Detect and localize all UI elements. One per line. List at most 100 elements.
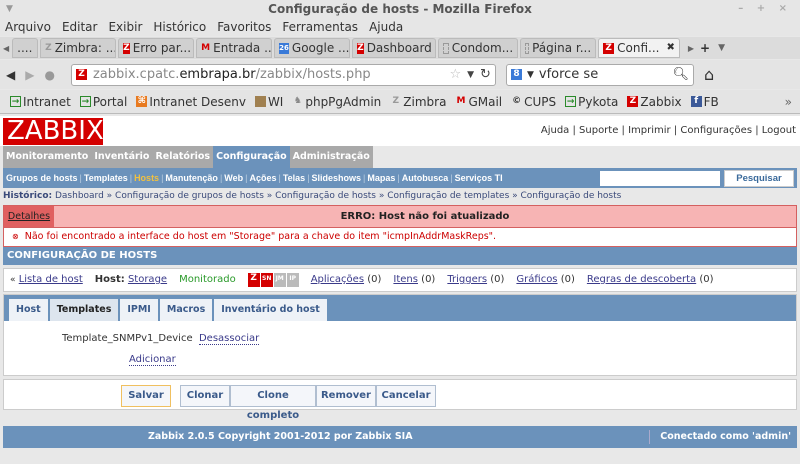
search-button[interactable]: Pesquisar <box>724 169 794 187</box>
host-name-link[interactable]: Storage <box>128 274 167 285</box>
blank-page-icon <box>525 42 530 54</box>
top-links[interactable]: Ajuda | Suporte | Imprimir | Configuraçõ… <box>541 125 796 136</box>
sub-menu: Grupos de hosts | Templates | Hosts | Manut… <box>3 168 797 188</box>
tab-inventory[interactable]: Inventário do host <box>214 299 327 321</box>
zimbra-icon: Z <box>45 42 52 53</box>
scroll-tabs-left-icon[interactable]: ◀ <box>3 44 9 53</box>
tab-list-icon[interactable]: ▼ <box>718 43 725 53</box>
menu-administracao[interactable]: Administração <box>289 146 373 168</box>
bookmark-cups[interactable]: © CUPS <box>511 95 556 109</box>
tab-close-icon[interactable]: ✖ <box>666 39 674 57</box>
window-menu-icon[interactable]: ▼ <box>6 0 13 18</box>
submenu-hosts[interactable]: Hosts <box>134 168 159 188</box>
history-dropdown-icon[interactable]: ▼ <box>467 70 474 80</box>
bookmark-gmail[interactable]: M GMail <box>455 95 502 109</box>
tab-dashboard[interactable]: Z Dashboard <box>352 38 437 58</box>
menu-arquivo[interactable]: Arquivo <box>5 20 51 34</box>
submenu-web[interactable]: Web <box>224 168 243 188</box>
error-message: ⊗ Não foi encontrado a interface do host… <box>3 228 797 247</box>
tab-1[interactable]: .... <box>12 38 39 58</box>
submenu-mapas[interactable]: Mapas <box>367 168 395 188</box>
bookmark-fb[interactable]: f FB <box>690 95 719 109</box>
menu-monitoramento[interactable]: Monitoramento <box>3 146 92 168</box>
discovery-rules-link[interactable]: Regras de descoberta <box>587 274 696 285</box>
tab-label: .... <box>17 41 33 55</box>
delete-button[interactable]: Remover <box>316 385 376 407</box>
window-controls[interactable]: – + × <box>738 0 792 18</box>
tab-templates[interactable]: Templates <box>49 299 119 321</box>
bookmark-wi[interactable]: WI <box>254 95 283 109</box>
bookmark-intranet[interactable]: → Intranet <box>10 95 71 109</box>
url-bar[interactable]: Z zabbix.cpatc.embrapa.br/zabbix/hosts.p… <box>70 63 496 86</box>
error-bar: Detalhes ERRO: Host não foi atualizado <box>3 205 797 228</box>
menu-ferramentas[interactable]: Ferramentas <box>282 20 358 34</box>
scroll-tabs-right-icon[interactable]: ▶ <box>688 44 694 53</box>
history-trail[interactable]: Dashboard » Configuração de grupos de ho… <box>55 191 621 201</box>
bookmark-portal[interactable]: → Portal <box>79 95 127 109</box>
tab-label: Confi... <box>617 41 660 55</box>
unlink-link[interactable]: Desassociar <box>198 333 260 345</box>
search-bar[interactable]: 8 ▼ vforce se 🔍︎ <box>505 63 694 86</box>
menu-editar[interactable]: Editar <box>62 20 98 34</box>
forward-icon[interactable]: ▶ <box>25 68 34 82</box>
bookmark-star-icon[interactable]: ☆ <box>449 67 461 82</box>
back-icon[interactable]: ◀ <box>6 68 15 82</box>
submenu-templates[interactable]: Templates <box>84 168 128 188</box>
submenu-acoes[interactable]: Ações <box>249 168 276 188</box>
search-input[interactable]: vforce se <box>539 67 598 82</box>
menu-configuracao[interactable]: Configuração <box>213 146 290 168</box>
tab-label: Google ... <box>291 41 350 55</box>
template-name: Template_SNMPv1_Device <box>62 333 193 344</box>
tab-google[interactable]: 26 Google ... <box>274 38 351 58</box>
applications-link[interactable]: Aplicações <box>311 274 364 285</box>
tab-erro[interactable]: Z Erro par... <box>118 38 195 58</box>
graphs-link[interactable]: Gráficos <box>516 274 557 285</box>
submenu-autobusca[interactable]: Autobusca <box>402 168 449 188</box>
submenu-slideshows[interactable]: Slideshows <box>312 168 362 188</box>
save-button[interactable]: Salvar <box>121 385 171 407</box>
tab-condom[interactable]: Condom... <box>438 38 519 58</box>
menu-historico[interactable]: Histórico <box>153 20 206 34</box>
tab-ipmi[interactable]: IPMI <box>120 299 158 321</box>
menu-exibir[interactable]: Exibir <box>108 20 142 34</box>
tab-gmail[interactable]: M Entrada ... <box>196 38 273 58</box>
menu-relatorios[interactable]: Relatórios <box>152 146 214 168</box>
tab-pagina[interactable]: Página r... <box>520 38 597 58</box>
submenu-manutencao[interactable]: Manutenção <box>165 168 218 188</box>
host-list-link[interactable]: Lista de host <box>19 274 83 285</box>
triggers-link[interactable]: Triggers <box>447 274 487 285</box>
tab-active-config[interactable]: Z Confi... ✖ <box>598 38 680 58</box>
engine-dropdown-icon[interactable]: ▼ <box>527 70 534 80</box>
zabbix-search-input[interactable] <box>600 170 720 186</box>
bookmark-intranet-desenv[interactable]: ⌘ Intranet Desenv <box>136 95 246 109</box>
tab-host[interactable]: Host <box>9 299 48 321</box>
clone-button[interactable]: Clonar <box>180 385 230 407</box>
cancel-button[interactable]: Cancelar <box>376 385 436 407</box>
search-icon[interactable]: 🔍︎ <box>672 67 689 82</box>
menu-ajuda[interactable]: Ajuda <box>369 20 403 34</box>
bookmark-pykota[interactable]: → Pykota <box>565 95 618 109</box>
submenu-servicos[interactable]: Serviços TI <box>455 168 503 188</box>
details-link[interactable]: Detalhes <box>4 206 54 227</box>
new-tab-icon[interactable]: + <box>700 41 710 55</box>
full-clone-button[interactable]: Clone completo <box>230 385 316 421</box>
tab-label: Página r... <box>532 41 592 55</box>
submenu-grupos[interactable]: Grupos de hosts <box>6 168 78 188</box>
items-link[interactable]: Itens <box>393 274 418 285</box>
tab-zimbra[interactable]: Z Zimbra: ... <box>40 38 117 58</box>
submenu-telas[interactable]: Telas <box>283 168 305 188</box>
status-badge[interactable]: Monitorado <box>179 269 236 291</box>
reload-icon[interactable]: ↻ <box>480 67 491 82</box>
zabbix-logo[interactable]: ZABBIX <box>3 118 104 145</box>
menu-inventario[interactable]: Inventário <box>91 146 153 168</box>
bookmark-zimbra[interactable]: Z Zimbra <box>390 95 447 109</box>
menu-favoritos[interactable]: Favoritos <box>217 20 271 34</box>
tab-macros[interactable]: Macros <box>159 299 213 321</box>
bookmark-zabbix[interactable]: Z Zabbix <box>627 95 682 109</box>
history-label: Histórico: <box>3 191 53 201</box>
identity-icon[interactable]: ● <box>44 68 54 82</box>
bookmarks-overflow-button[interactable]: » <box>785 95 792 109</box>
home-icon[interactable]: ⌂ <box>704 65 714 84</box>
bookmark-phppgadmin[interactable]: ♞ phpPgAdmin <box>292 95 381 109</box>
add-template-link[interactable]: Adicionar <box>129 354 176 366</box>
